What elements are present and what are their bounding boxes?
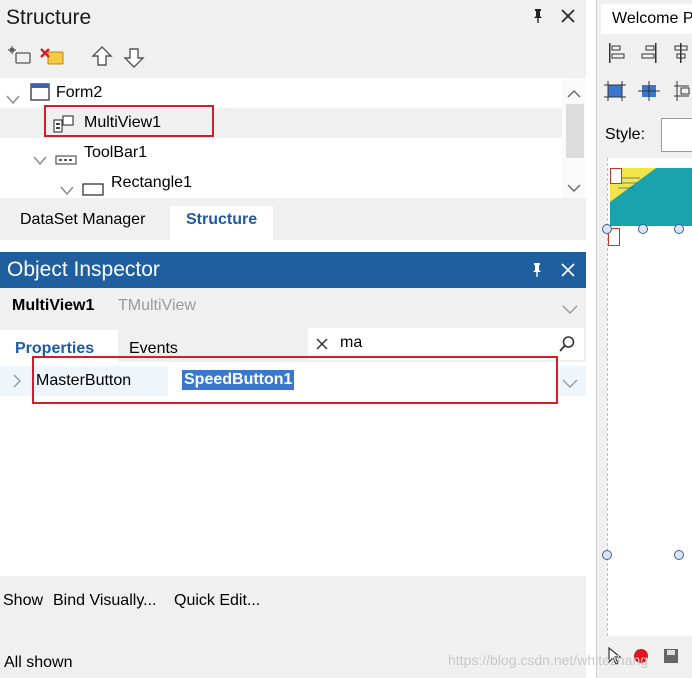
inspector-title-bar: Object Inspector <box>0 252 586 288</box>
structure-panel: Structure Form2 MultiView1 ToolBar1 Rect… <box>0 0 586 240</box>
close-icon[interactable] <box>560 262 576 283</box>
resize-handle[interactable] <box>674 550 684 560</box>
structure-title: Structure <box>6 6 92 29</box>
tab-welcome-page[interactable]: Welcome Page <box>601 4 692 34</box>
tree-item-toolbar1[interactable]: ToolBar1 <box>0 138 562 168</box>
search-input[interactable]: ma <box>340 334 362 352</box>
watermark: https://blog.csdn.net/whitezhang <box>448 652 649 668</box>
resize-handle[interactable] <box>602 224 612 234</box>
chevron-right-icon[interactable] <box>12 374 22 393</box>
align-left-icon[interactable] <box>607 42 627 69</box>
resize-handle[interactable] <box>638 224 648 234</box>
tree-item-form2[interactable]: Form2 <box>0 78 562 108</box>
status-text: All shown <box>4 654 73 671</box>
snap-icon[interactable] <box>673 80 692 107</box>
object-selector[interactable]: MultiView1 TMultiView <box>0 288 586 324</box>
align-right-icon[interactable] <box>639 42 659 69</box>
property-grid: MasterButton SpeedButton1 <box>0 356 586 576</box>
multiview-component[interactable] <box>610 168 692 226</box>
chevron-down-icon[interactable] <box>562 302 578 320</box>
structure-tree: Form2 MultiView1 ToolBar1 Rectangle1 <box>0 78 586 198</box>
object-name: MultiView1 <box>12 297 95 314</box>
save-form-icon[interactable] <box>663 648 679 669</box>
search-icon[interactable] <box>558 335 576 358</box>
tree-item-rectangle1[interactable]: Rectangle1 <box>0 168 562 198</box>
badge-zero <box>610 168 622 184</box>
tree-item-label: Form2 <box>56 84 103 101</box>
scroll-up-icon[interactable] <box>567 86 581 104</box>
tab-dataset-manager[interactable]: DataSet Manager <box>20 206 145 240</box>
pin-icon[interactable] <box>530 262 544 283</box>
object-type: TMultiView <box>118 297 196 314</box>
form-canvas[interactable] <box>602 158 692 636</box>
chevron-down-icon[interactable] <box>562 376 578 394</box>
highlight-box <box>32 356 558 404</box>
bind-visually-link[interactable]: Bind Visually... <box>53 592 156 610</box>
object-inspector-panel: Object Inspector MultiView1 TMultiView P… <box>0 252 586 678</box>
tab-structure[interactable]: Structure <box>170 206 274 240</box>
tree-scrollbar[interactable] <box>562 78 586 198</box>
send-to-back-icon[interactable] <box>637 80 661 107</box>
bring-to-front-icon[interactable] <box>603 80 627 107</box>
tree-item-label: Rectangle1 <box>111 174 192 191</box>
show-link[interactable]: Show <box>3 592 43 610</box>
move-down-icon[interactable] <box>120 44 148 70</box>
delete-item-icon[interactable] <box>38 44 66 70</box>
highlight-box <box>44 105 214 137</box>
scrollbar-thumb[interactable] <box>566 104 584 158</box>
designer-panel: Welcome Page Style: <box>596 0 692 678</box>
clear-search-icon[interactable] <box>315 337 329 356</box>
structure-tabs: DataSet Manager Structure <box>0 200 586 240</box>
align-center-icon[interactable] <box>671 42 691 69</box>
style-dropdown[interactable] <box>661 118 692 152</box>
close-icon[interactable] <box>558 8 578 30</box>
pin-icon[interactable] <box>528 8 548 30</box>
quick-edit-link[interactable]: Quick Edit... <box>174 592 260 610</box>
style-label: Style: <box>605 126 646 143</box>
tree-item-label: ToolBar1 <box>84 144 148 161</box>
add-item-icon[interactable] <box>6 44 34 70</box>
resize-handle[interactable] <box>602 550 612 560</box>
inspector-title: Object Inspector <box>7 258 160 281</box>
move-up-icon[interactable] <box>88 44 116 70</box>
resize-handle[interactable] <box>674 224 684 234</box>
scroll-down-icon[interactable] <box>567 180 581 198</box>
